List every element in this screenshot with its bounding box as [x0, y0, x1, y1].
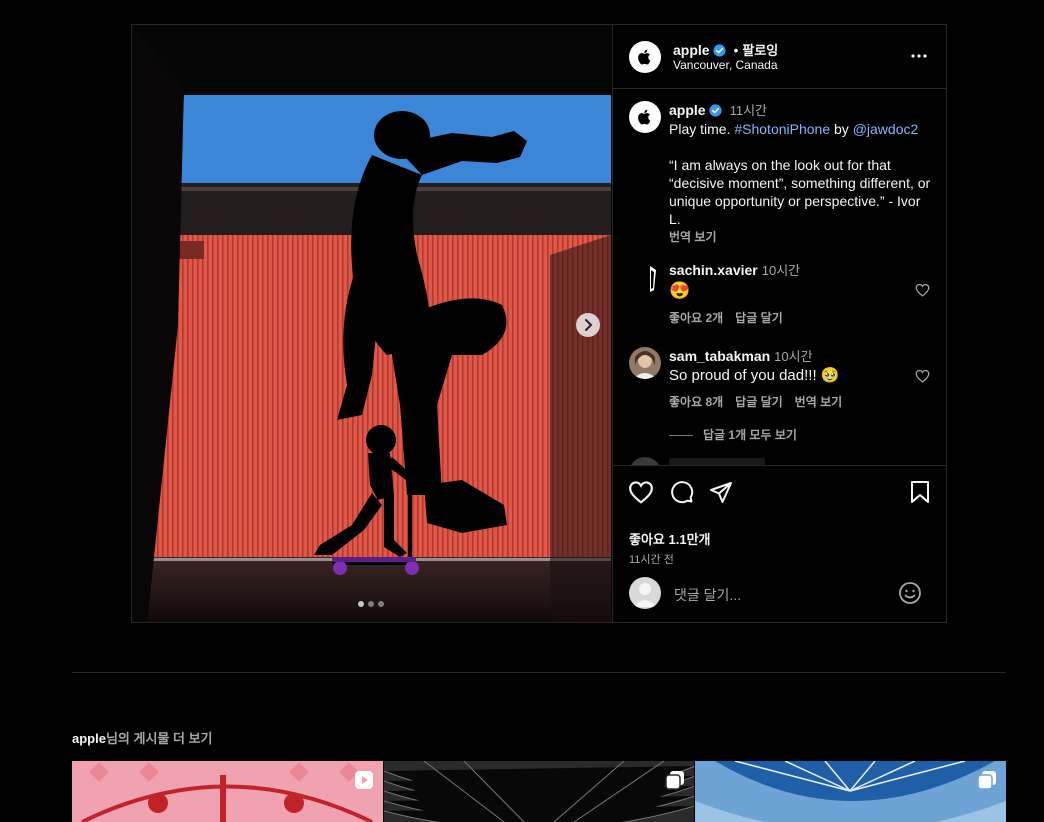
commenter-avatar[interactable] [629, 347, 661, 379]
avatar-image [629, 347, 661, 379]
comment-item: sam_tabakman 10시간 So proud of you dad!!! … [629, 347, 932, 419]
comments-list[interactable]: apple 11시간 Play time. #ShotoniPhone by @j… [613, 89, 946, 466]
more-posts-username[interactable]: apple [72, 731, 106, 746]
hashtag-link[interactable]: #ShotoniPhone [734, 121, 830, 137]
following-button[interactable]: 팔로잉 [742, 43, 778, 58]
caption-text: Play time. [669, 121, 735, 137]
carousel-dot [358, 601, 364, 607]
comment-bubble-icon[interactable] [670, 480, 694, 504]
caption-header: apple 11시간 [669, 101, 932, 120]
caption-quote: “I am always on the look out for that “d… [669, 157, 931, 227]
view-replies-button[interactable]: 답글 1개 모두 보기 [669, 426, 797, 443]
grid-post-tile[interactable] [695, 761, 1007, 822]
post-header: apple • 팔로잉 Vancouver, Canada [613, 25, 946, 89]
carousel-dot [368, 601, 374, 607]
comment-likes[interactable]: 좋아요 2개 [669, 311, 723, 325]
likes-count[interactable]: 좋아요 1.1만개 [629, 529, 710, 548]
translate-link[interactable]: 번역 보기 [669, 228, 932, 246]
comment-header: sam_tabakman 10시간 [669, 347, 902, 366]
apple-logo-icon [638, 109, 651, 125]
caption-username[interactable]: apple [669, 102, 706, 118]
share-send-icon[interactable] [709, 480, 733, 504]
chevron-right-icon [585, 319, 592, 331]
post-thumbnail [383, 761, 695, 822]
view-replies-label: 답글 1개 모두 보기 [703, 428, 797, 442]
like-comment-heart-icon[interactable] [915, 369, 930, 383]
carousel-multiple-icon [977, 771, 997, 790]
reel-icon [354, 771, 373, 789]
verified-badge-icon [712, 44, 726, 57]
avatar-image [630, 262, 662, 294]
comment-header: sachin.xavier 10시간 [669, 261, 902, 280]
more-posts-suffix: 님의 게시물 더 보기 [105, 731, 213, 746]
header-dot: • [733, 42, 739, 58]
carousel-multiple-icon [665, 771, 685, 790]
apple-logo-icon [638, 49, 651, 65]
comment-meta: 좋아요 8개 답글 달기 번역 보기 [669, 393, 902, 411]
post-thumbnail [695, 761, 1007, 822]
post-actions: 좋아요 1.1만개 11시간 전 [613, 466, 946, 574]
carousel-indicator [358, 601, 384, 607]
post-location[interactable]: Vancouver, Canada [673, 58, 778, 72]
post-thumbnail [72, 761, 383, 822]
section-divider [72, 672, 1006, 673]
post-media[interactable] [132, 25, 611, 622]
caption-by: by [830, 121, 853, 137]
comment-input[interactable]: 댓글 달기... [674, 585, 741, 605]
author-avatar[interactable] [629, 41, 661, 73]
commenter-avatar[interactable] [629, 457, 661, 465]
caption-first-line: Play time. #ShotoniPhone by @jawdoc2 [669, 120, 932, 138]
comment-likes[interactable]: 좋아요 8개 [669, 395, 723, 409]
commenter-username[interactable]: sachin.xavier [669, 262, 758, 278]
carousel-next-button[interactable] [576, 313, 600, 337]
emoji-picker-icon[interactable] [898, 581, 922, 605]
carousel-dot [378, 601, 384, 607]
comment-translate[interactable]: 번역 보기 [795, 395, 843, 409]
header-title-row: apple • 팔로잉 [673, 40, 778, 59]
default-avatar-icon [633, 583, 657, 607]
grid-post-tile[interactable] [72, 761, 383, 822]
comment-text: So proud of you dad!!! 🥹 [669, 367, 840, 384]
more-options-icon[interactable] [910, 47, 928, 65]
comment-body: sam_tabakman 10시간 So proud of you dad!!! … [669, 347, 902, 411]
bookmark-save-icon[interactable] [909, 480, 931, 504]
comment-time[interactable]: 10시간 [762, 263, 800, 278]
verified-badge-icon [708, 104, 722, 117]
current-user-avatar [629, 577, 661, 609]
like-heart-icon[interactable] [628, 480, 654, 504]
reply-button[interactable]: 답글 달기 [735, 311, 783, 325]
caption-avatar[interactable] [629, 101, 661, 133]
more-posts-grid [72, 761, 1007, 822]
grid-post-tile[interactable] [383, 761, 695, 822]
comment-text: 😍 [669, 281, 691, 300]
comment-item: sachin.xavier 10시간 😍 좋아요 2개 답글 달기 [629, 261, 932, 331]
caption-body: apple 11시간 Play time. #ShotoniPhone by @j… [669, 101, 932, 246]
comment-meta: 좋아요 2개 답글 달기 [669, 309, 902, 327]
post-side-panel: apple • 팔로잉 Vancouver, Canada apple 11시간 P… [612, 25, 946, 622]
post-photo [132, 25, 611, 622]
mention-link[interactable]: @jawdoc2 [853, 121, 919, 137]
reply-button[interactable]: 답글 달기 [735, 395, 783, 409]
post-time-ago[interactable]: 11시간 전 [629, 551, 674, 567]
more-posts-title: apple님의 게시물 더 보기 [72, 728, 212, 747]
commenter-username[interactable]: sam_tabakman [669, 348, 770, 364]
add-comment-bar: 댓글 달기... [613, 574, 946, 622]
author-username[interactable]: apple [673, 42, 710, 58]
caption: apple 11시간 Play time. #ShotoniPhone by @j… [629, 101, 932, 244]
commenter-avatar[interactable] [629, 261, 663, 295]
post-modal: apple • 팔로잉 Vancouver, Canada apple 11시간 P… [131, 24, 947, 623]
like-comment-heart-icon[interactable] [915, 283, 930, 297]
caption-time[interactable]: 11시간 [730, 103, 767, 118]
reply-line-dash [669, 435, 693, 437]
comment-time[interactable]: 10시간 [774, 349, 812, 364]
partially-hidden-comment [669, 458, 765, 465]
comment-body: sachin.xavier 10시간 😍 좋아요 2개 답글 달기 [669, 261, 902, 327]
